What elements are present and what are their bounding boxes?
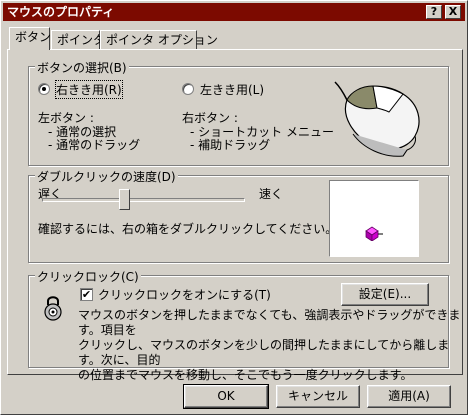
click-lock-checkbox-label[interactable]: クリックロックをオンにする(T) — [98, 286, 271, 303]
double-click-label: ダブルクリックの速度(D) — [35, 168, 178, 185]
ok-button[interactable]: OK — [183, 384, 269, 409]
fast-label: 速く — [259, 187, 284, 201]
description-line: クリックし、マウスのボタンを少しの間押したままにしてから離します。次に、目的 — [78, 338, 450, 367]
description-line: マウスのボタンを押したままでなくても、強調表示やドラッグができます。項目を — [78, 308, 461, 337]
tab-panel: ボタンの選択(B) 右きき用(R) 左きき用(L) 左ボタン : - 通常の選択… — [7, 49, 463, 382]
tab-buttons[interactable]: ボタン — [9, 27, 51, 50]
right-handed-label[interactable]: 右きき用(R) — [55, 80, 123, 99]
window-title: マウスのプロパティ — [7, 5, 115, 19]
help-button[interactable]: ? — [426, 5, 442, 19]
apply-button[interactable]: 適用(A) — [367, 385, 451, 408]
click-lock-label: クリックロック(C) — [35, 268, 141, 285]
title-bar[interactable]: マウスのプロパティ ? X — [3, 3, 465, 21]
right-button-item: - 補助ドラッグ — [190, 138, 271, 152]
description-line: の位置までマウスを移動し、そこでもう一度クリックします。 — [78, 368, 413, 382]
click-lock-description: マウスのボタンを押したままでなくても、強調表示やドラッグができます。項目を クリ… — [78, 308, 462, 383]
left-button-item: - 通常のドラッグ — [48, 138, 141, 152]
double-click-slider-thumb[interactable] — [118, 189, 130, 210]
tab-pointer-options[interactable]: ポインタ オプション — [100, 30, 218, 50]
double-click-test-area[interactable] — [329, 180, 419, 257]
click-lock-settings-button[interactable]: 設定(E)... — [341, 283, 429, 306]
close-button[interactable]: X — [445, 5, 461, 19]
test-box-icon — [365, 226, 383, 241]
mouse-illustration-icon — [334, 81, 420, 157]
button-config-label: ボタンの選択(B) — [35, 59, 129, 76]
lock-icon — [44, 296, 62, 321]
left-handed-label[interactable]: 左きき用(L) — [200, 81, 264, 98]
double-click-slider-track[interactable] — [42, 198, 245, 202]
left-handed-radio[interactable] — [182, 83, 194, 95]
click-lock-checkbox[interactable]: ✔ — [80, 288, 93, 301]
right-handed-radio[interactable] — [38, 83, 50, 95]
mouse-properties-window: マウスのプロパティ ? X ボタン ポインタ ポインタ オプション ボタンの選択… — [0, 0, 468, 415]
cancel-button[interactable]: キャンセル — [276, 385, 360, 408]
tab-pointers[interactable]: ポインタ — [51, 30, 105, 50]
double-click-instructions: 確認するには、右の箱をダブルクリックしてください。 — [38, 222, 338, 236]
